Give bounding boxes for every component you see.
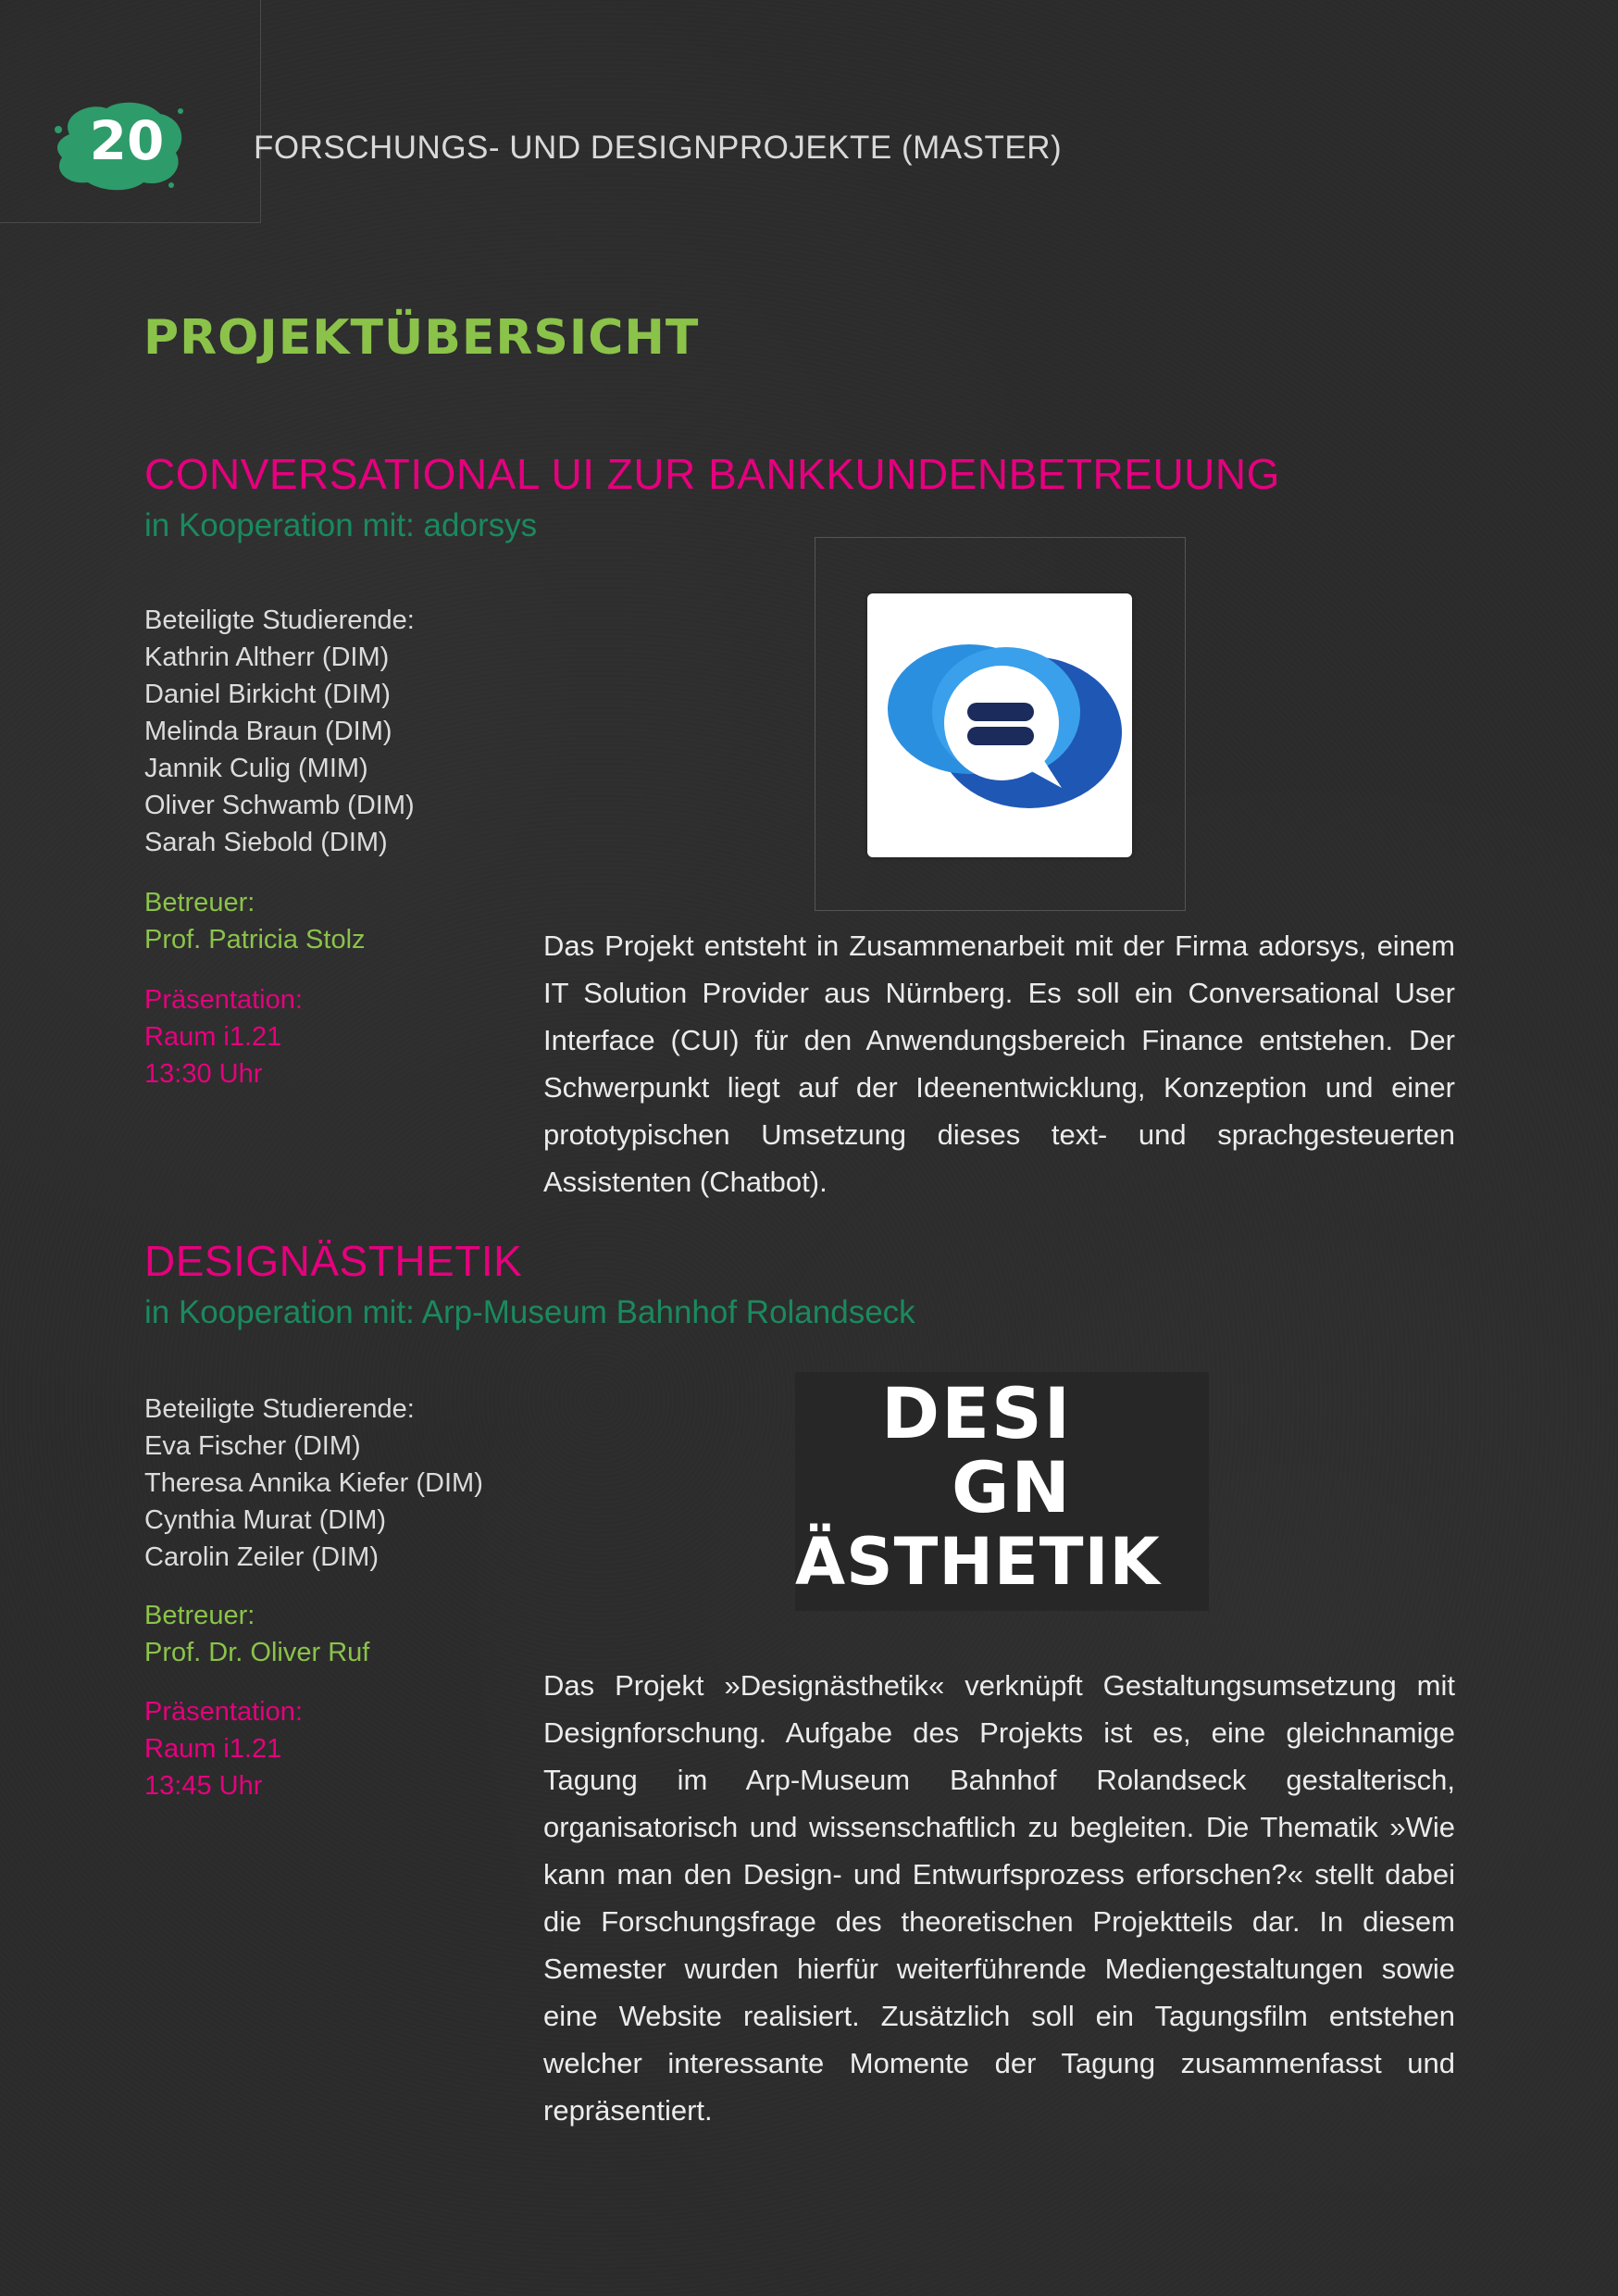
project-cooperation: in Kooperation mit: Arp-Museum Bahnhof R…: [144, 1294, 915, 1330]
project-title: DESIGNÄSTHETIK: [144, 1237, 523, 1285]
supervisor-name: Prof. Patricia Stolz: [144, 925, 366, 955]
student-list: Beteiligte Studierende: Kathrin Altherr …: [144, 602, 415, 861]
section-title: PROJEKTÜBERSICHT: [143, 310, 700, 366]
chat-bubble-logo-icon: [888, 644, 1122, 808]
student-name: Cynthia Murat (DIM): [144, 1505, 387, 1535]
student-name: Sarah Siebold (DIM): [144, 828, 388, 857]
student-list: Beteiligte Studierende: Eva Fischer (DIM…: [144, 1391, 483, 1576]
page-number: 20: [89, 109, 165, 172]
presentation-label: Präsentation:: [144, 1697, 303, 1727]
supervisor-label: Betreuer:: [144, 888, 255, 917]
presentation-block: Präsentation: Raum i1.21 13:45 Uhr: [144, 1693, 303, 1804]
chat-bubble-logo-card: [867, 593, 1132, 857]
logo-line: ÄSTHETIK: [795, 1524, 1161, 1600]
student-name: Melinda Braun (DIM): [144, 717, 392, 746]
student-name: Eva Fischer (DIM): [144, 1431, 361, 1461]
student-name: Theresa Annika Kiefer (DIM): [144, 1468, 483, 1498]
logo-line: GN: [952, 1446, 1072, 1529]
students-label: Beteiligte Studierende:: [144, 605, 415, 635]
running-header: FORSCHUNGS- UND DESIGNPROJEKTE (MASTER): [254, 130, 1063, 166]
student-name: Carolin Zeiler (DIM): [144, 1542, 379, 1572]
students-label: Beteiligte Studierende:: [144, 1394, 415, 1424]
supervisor-label: Betreuer:: [144, 1601, 255, 1630]
presentation-room: Raum i1.21: [144, 1734, 282, 1764]
presentation-room: Raum i1.21: [144, 1022, 282, 1052]
presentation-time: 13:30 Uhr: [144, 1059, 263, 1089]
student-name: Kathrin Altherr (DIM): [144, 643, 390, 672]
presentation-time: 13:45 Uhr: [144, 1771, 263, 1801]
presentation-block: Präsentation: Raum i1.21 13:30 Uhr: [144, 981, 303, 1092]
project-description: Das Projekt entsteht in Zusammenarbeit m…: [543, 930, 1455, 1198]
project-description: Das Projekt »Designästhetik« verknüpft G…: [543, 1669, 1455, 2127]
logo-line: DESI: [880, 1372, 1072, 1454]
page: { "header": { "page_number": "20", "runn…: [0, 0, 1618, 2296]
presentation-label: Präsentation:: [144, 985, 303, 1015]
student-name: Oliver Schwamb (DIM): [144, 791, 415, 820]
project-title: CONVERSATIONAL UI ZUR BANKKUNDENBETREUUN…: [144, 450, 1280, 498]
student-name: Jannik Culig (MIM): [144, 754, 368, 783]
student-name: Daniel Birkicht (DIM): [144, 680, 391, 709]
supervisor-block: Betreuer: Prof. Dr. Oliver Ruf: [144, 1597, 369, 1671]
project-cooperation: in Kooperation mit: adorsys: [144, 507, 538, 543]
supervisor-block: Betreuer: Prof. Patricia Stolz: [144, 884, 366, 958]
supervisor-name: Prof. Dr. Oliver Ruf: [144, 1638, 370, 1667]
designaesthetik-logo: DESI GN ÄSTHETIK: [795, 1372, 1209, 1611]
